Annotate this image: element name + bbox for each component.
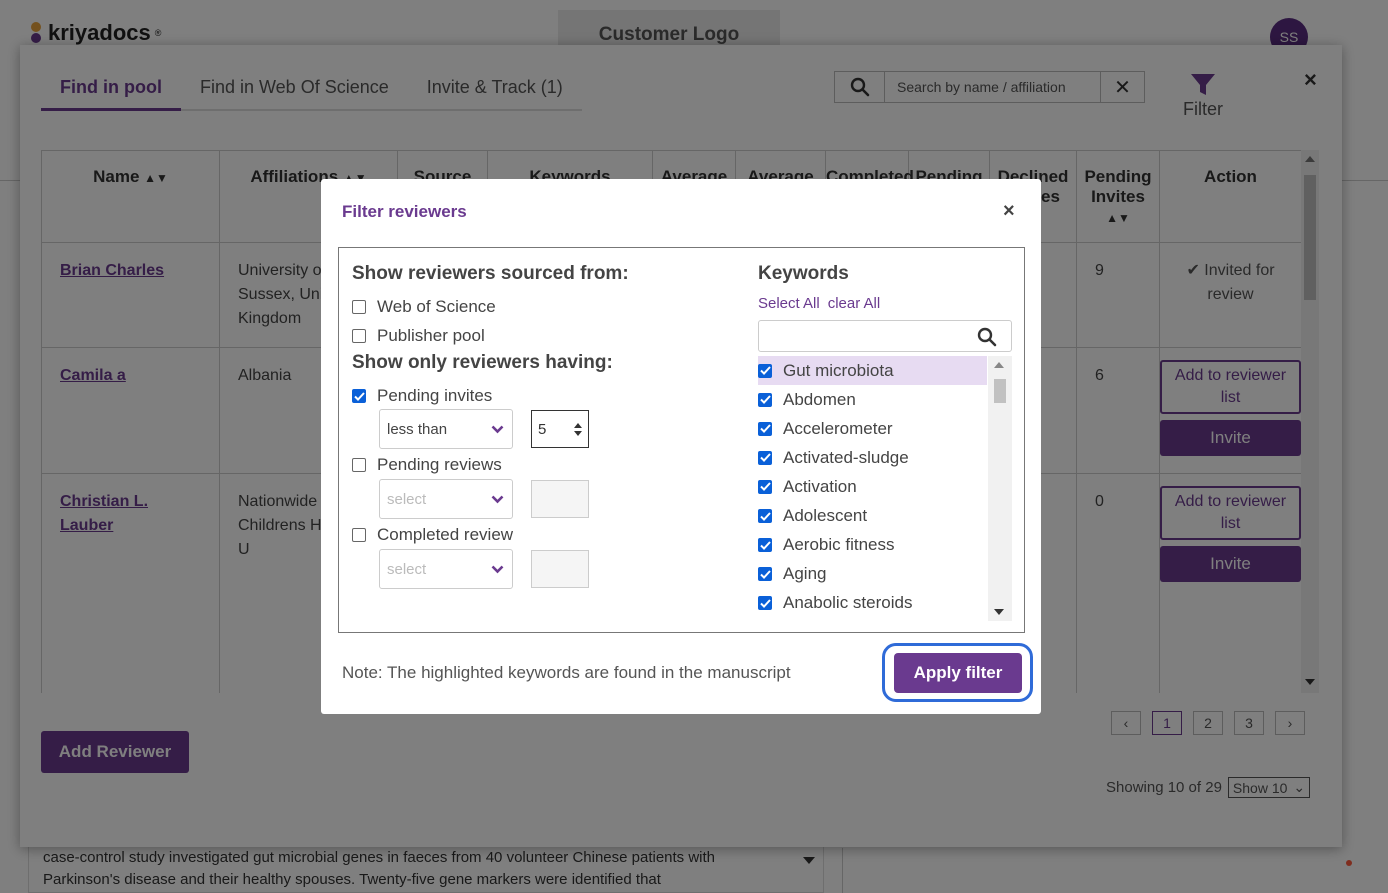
keyword-label: Adolescent bbox=[783, 506, 868, 526]
filter-panel: Show reviewers sourced from: Web of Scie… bbox=[338, 247, 1025, 633]
keyword-label: Aging bbox=[783, 564, 827, 584]
keyword-item[interactable]: Gut microbiota bbox=[758, 356, 987, 386]
keyword-item[interactable]: Accelerometer bbox=[758, 414, 987, 443]
pending-reviews-value-input[interactable] bbox=[531, 480, 589, 518]
having-heading: Show only reviewers having: bbox=[352, 352, 613, 373]
keyword-list: Gut microbiota Abdomen Accelerometer Activa… bbox=[758, 356, 1012, 621]
keyword-item[interactable]: Adolescent bbox=[758, 501, 987, 530]
checkbox[interactable] bbox=[352, 300, 366, 314]
completed-review-operator-select[interactable]: select bbox=[379, 549, 513, 589]
checkbox-checked[interactable] bbox=[758, 567, 772, 582]
keyword-item[interactable]: Anabolic steroids bbox=[758, 589, 987, 618]
dialog-title: Filter reviewers bbox=[342, 202, 467, 221]
criteria-pending-invites[interactable]: Pending invites bbox=[352, 386, 492, 406]
source-publisher-pool[interactable]: Publisher pool bbox=[352, 326, 485, 346]
keyword-item[interactable]: Abdomen bbox=[758, 385, 987, 414]
scroll-down-icon[interactable] bbox=[994, 609, 1004, 615]
keyword-label: Activation bbox=[783, 476, 857, 496]
keyword-label: Gut microbiota bbox=[783, 360, 894, 380]
chevron-down-icon bbox=[491, 425, 504, 433]
criteria-pending-reviews[interactable]: Pending reviews bbox=[352, 455, 502, 475]
clear-all-link[interactable]: clear All bbox=[828, 295, 881, 312]
source-web-of-science[interactable]: Web of Science bbox=[352, 297, 496, 317]
keyword-search-input[interactable] bbox=[758, 320, 1012, 352]
keyword-item[interactable]: Aging bbox=[758, 560, 987, 589]
stepper-icon[interactable] bbox=[574, 422, 582, 436]
apply-filter-button[interactable]: Apply filter bbox=[894, 653, 1022, 693]
search-icon bbox=[977, 327, 997, 347]
checkbox-checked[interactable] bbox=[758, 538, 772, 553]
filter-reviewers-dialog: Filter reviewers × Show reviewers source… bbox=[321, 179, 1041, 714]
keyword-label: Activated-sludge bbox=[783, 447, 909, 467]
pending-reviews-operator-select[interactable]: select bbox=[379, 479, 513, 519]
keyword-label: Anabolic steroids bbox=[783, 593, 913, 613]
checkbox-checked[interactable] bbox=[758, 421, 772, 436]
checkbox[interactable] bbox=[352, 458, 366, 472]
keyword-item[interactable]: Activation bbox=[758, 472, 987, 501]
pending-invites-value-input[interactable]: 5 bbox=[531, 410, 589, 448]
completed-review-value-input[interactable] bbox=[531, 550, 589, 588]
checkbox-checked[interactable] bbox=[758, 596, 772, 611]
scrollbar-thumb[interactable] bbox=[994, 379, 1006, 403]
select-all-link[interactable]: Select All bbox=[758, 295, 820, 312]
sourced-from-heading: Show reviewers sourced from: bbox=[352, 263, 629, 284]
checkbox[interactable] bbox=[352, 528, 366, 542]
checkbox-checked[interactable] bbox=[758, 363, 772, 378]
checkbox-checked[interactable] bbox=[758, 509, 772, 524]
checkbox-checked[interactable] bbox=[758, 450, 772, 465]
keyword-scrollbar[interactable] bbox=[988, 356, 1012, 621]
keyword-label: Aerobic fitness bbox=[783, 535, 895, 555]
scroll-up-icon[interactable] bbox=[994, 362, 1004, 368]
checkbox[interactable] bbox=[352, 329, 366, 343]
checkbox-checked[interactable] bbox=[352, 389, 366, 403]
checkbox-checked[interactable] bbox=[758, 392, 772, 407]
chevron-down-icon bbox=[491, 495, 504, 503]
criteria-completed-review[interactable]: Completed review bbox=[352, 525, 513, 545]
checkbox-checked[interactable] bbox=[758, 479, 772, 494]
highlight-note: Note: The highlighted keywords are found… bbox=[342, 663, 791, 682]
keyword-item[interactable]: Activated-sludge bbox=[758, 443, 987, 472]
pending-invites-operator-select[interactable]: less than bbox=[379, 409, 513, 449]
keyword-item[interactable]: Aerobic fitness bbox=[758, 531, 987, 560]
keyword-label: Abdomen bbox=[783, 389, 856, 409]
keyword-label: Accelerometer bbox=[783, 418, 893, 438]
chevron-down-icon bbox=[491, 565, 504, 573]
keywords-heading: Keywords bbox=[758, 263, 849, 284]
close-icon[interactable]: × bbox=[1003, 200, 1015, 223]
keyword-bulk-actions: Select All clear All bbox=[758, 295, 880, 312]
